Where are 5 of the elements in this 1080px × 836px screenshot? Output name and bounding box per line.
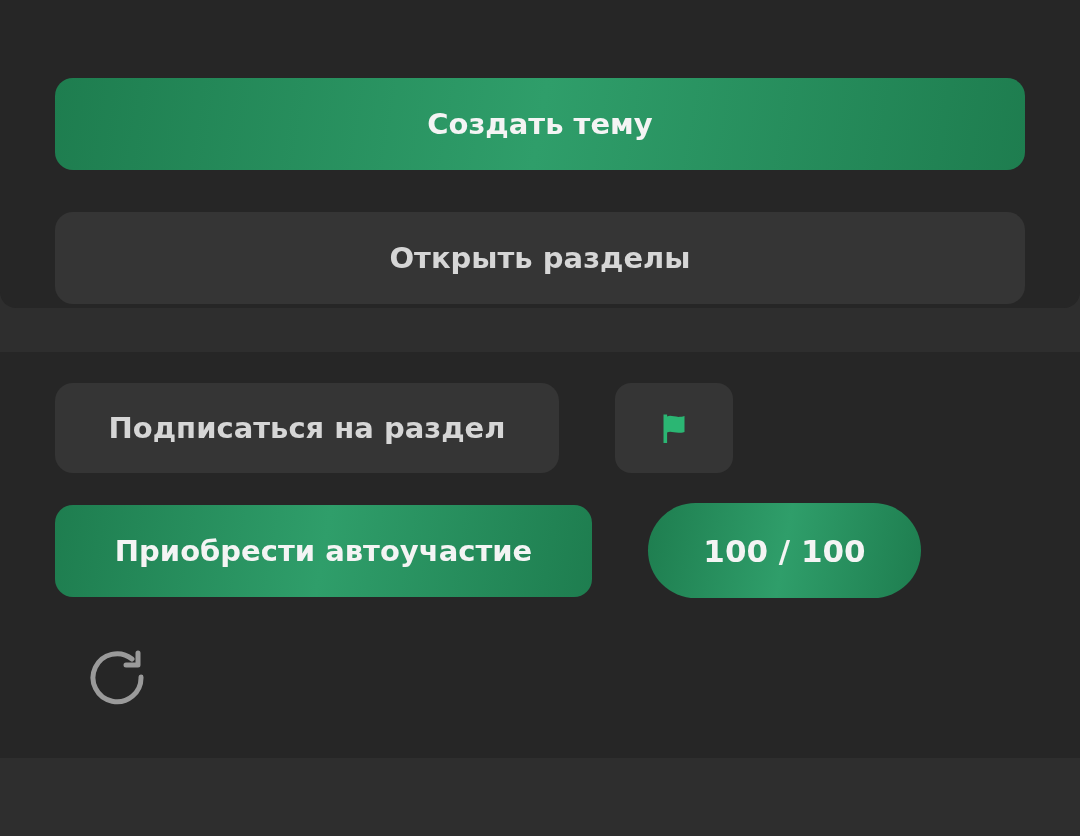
flag-button[interactable] [615, 383, 733, 473]
subscribe-button[interactable]: Подписаться на раздел [55, 383, 559, 473]
open-sections-button[interactable]: Открыть разделы [55, 212, 1025, 304]
buy-auto-participation-button[interactable]: Приобрести автоучастие [55, 504, 592, 597]
counter-badge: 100 / 100 [648, 503, 921, 598]
